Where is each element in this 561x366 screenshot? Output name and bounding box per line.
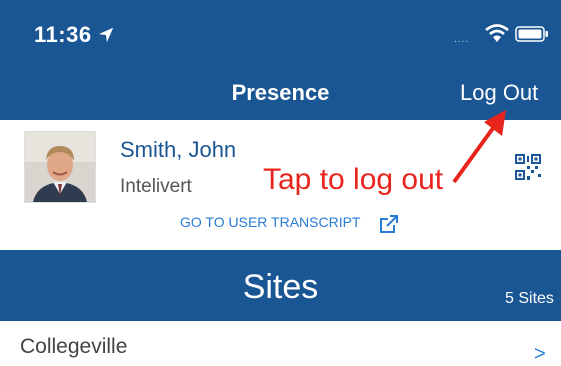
wifi-icon: [485, 24, 509, 42]
external-link-icon[interactable]: [378, 213, 400, 235]
avatar-photo: [25, 132, 95, 202]
annotation-arrow: [452, 110, 506, 184]
user-organization: Intelivert: [120, 176, 192, 197]
sites-title: Sites: [242, 268, 319, 306]
site-row-label: Collegeville: [20, 335, 128, 358]
status-time: 11:36: [34, 22, 92, 47]
user-transcript-link[interactable]: GO TO USER TRANSCRIPT: [180, 214, 360, 230]
avatar: [24, 131, 96, 203]
location-arrow-icon: [98, 27, 114, 43]
signal-dots: ....: [454, 34, 470, 45]
chevron-right-icon[interactable]: >: [534, 343, 546, 366]
user-name: Smith, John: [120, 137, 237, 162]
battery-icon: [515, 26, 548, 42]
annotation-text: Tap to log out: [263, 163, 444, 196]
sites-count: 5 Sites: [505, 290, 554, 307]
